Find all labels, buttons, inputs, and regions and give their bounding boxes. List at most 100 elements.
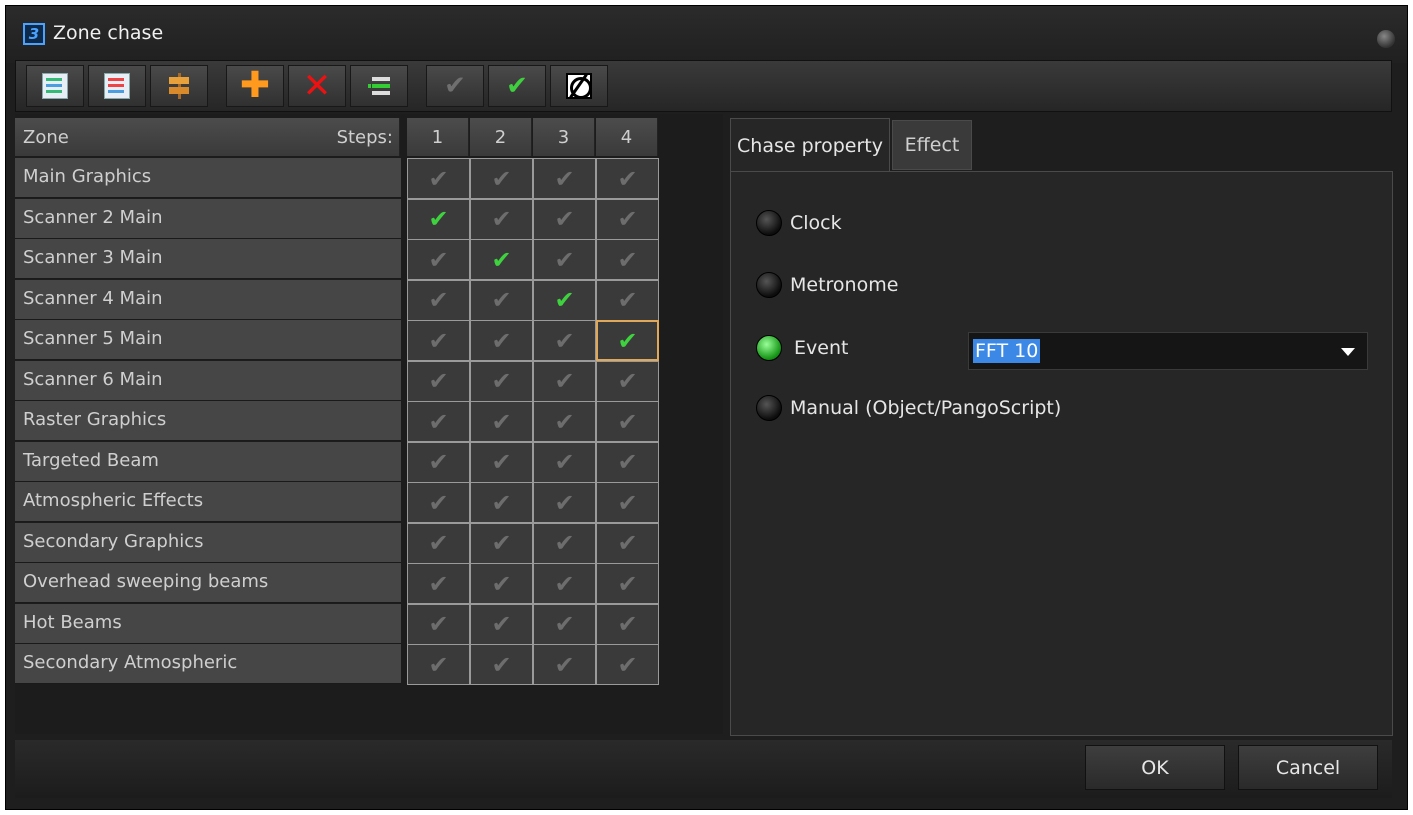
step-cell-check-icon[interactable]: ✔ [470, 198, 533, 240]
step-cell-check-icon[interactable]: ✔ [533, 158, 596, 199]
zone-row-label[interactable]: Scanner 4 Main [15, 279, 401, 320]
zone-row-label[interactable]: Overhead sweeping beams [15, 563, 401, 603]
step-cell-check-icon[interactable]: ✔ [407, 239, 470, 280]
step-cell-check-icon[interactable]: ✔ [533, 644, 596, 685]
check-all-button[interactable]: ✔ [488, 65, 546, 107]
cancel-button[interactable]: Cancel [1238, 745, 1378, 790]
step-cell-check-icon[interactable]: ✔ [407, 563, 470, 604]
tab-effect[interactable]: Effect [892, 120, 972, 170]
step-cell-check-icon[interactable]: ✔ [470, 360, 533, 402]
step-cell-check-icon[interactable]: ✔ [407, 522, 470, 564]
step-cell-check-icon[interactable]: ✔ [407, 482, 470, 523]
check-green-icon: ✔ [506, 71, 528, 101]
zone-row-label[interactable]: Raster Graphics [15, 401, 401, 441]
zone-row-label[interactable]: Hot Beams [15, 603, 401, 644]
step-cell-check-icon[interactable]: ✔ [470, 320, 533, 361]
radio-clock-label: Clock [790, 212, 842, 234]
null-button[interactable] [550, 65, 608, 107]
window-status-icon[interactable] [1377, 30, 1395, 48]
step-cell-check-icon[interactable]: ✔ [533, 603, 596, 645]
radio-event-icon[interactable] [756, 335, 782, 361]
step-cell-check-icon[interactable]: ✔ [407, 320, 470, 361]
step-header-1[interactable]: 1 [407, 118, 469, 156]
event-select[interactable]: FFT 10 [968, 332, 1368, 370]
property-panel: Chase property Effect Clock Metronome Ev… [728, 114, 1393, 736]
step-cell-check-icon[interactable]: ✔ [596, 563, 659, 604]
step-cell-check-icon[interactable]: ✔ [596, 198, 659, 240]
step-cell-check-icon[interactable]: ✔ [596, 482, 659, 523]
export-button[interactable] [88, 65, 146, 107]
step-cell-check-icon[interactable]: ✔ [596, 360, 659, 402]
step-cell-check-icon[interactable]: ✔ [533, 279, 596, 321]
zone-row-label[interactable]: Targeted Beam [15, 441, 401, 482]
delete-icon: ✕ [302, 66, 332, 106]
step-cell-check-icon[interactable]: ✔ [533, 401, 596, 442]
radio-clock-icon[interactable] [756, 210, 782, 236]
radio-clock[interactable]: Clock [756, 210, 842, 236]
step-cell-check-icon[interactable]: ✔ [596, 158, 659, 199]
step-cell-check-icon[interactable]: ✔ [596, 320, 659, 361]
step-cell-check-icon[interactable]: ✔ [470, 563, 533, 604]
step-cell-check-icon[interactable]: ✔ [596, 644, 659, 685]
import-button[interactable] [26, 65, 84, 107]
step-cell-check-icon[interactable]: ✔ [407, 603, 470, 645]
step-cell-check-icon[interactable]: ✔ [470, 603, 533, 645]
step-cell-check-icon[interactable]: ✔ [596, 522, 659, 564]
step-cell-check-icon[interactable]: ✔ [470, 279, 533, 321]
chevron-down-icon[interactable] [1341, 348, 1355, 356]
chase-property-content: Clock Metronome Event FFT 10 Manual (Obj… [730, 171, 1393, 736]
radio-event[interactable]: Event [756, 335, 848, 361]
step-cell-check-icon[interactable]: ✔ [596, 239, 659, 280]
step-cell-check-icon[interactable]: ✔ [596, 441, 659, 483]
step-cell-check-icon[interactable]: ✔ [407, 441, 470, 483]
zone-row-label[interactable]: Secondary Graphics [15, 522, 401, 563]
radio-metronome-icon[interactable] [756, 272, 782, 298]
zone-row-label[interactable]: Scanner 2 Main [15, 198, 401, 239]
radio-manual-icon[interactable] [756, 395, 782, 421]
ok-button[interactable]: OK [1085, 745, 1225, 790]
radio-metronome[interactable]: Metronome [756, 272, 898, 298]
step-cell-check-icon[interactable]: ✔ [407, 360, 470, 402]
list-button[interactable] [350, 65, 408, 107]
zone-row-label[interactable]: Atmospheric Effects [15, 482, 401, 522]
delete-button[interactable]: ✕ [288, 65, 346, 107]
step-cell-check-icon[interactable]: ✔ [407, 644, 470, 685]
step-cell-check-icon[interactable]: ✔ [470, 522, 533, 564]
signpost-button[interactable] [150, 65, 208, 107]
step-cell-check-icon[interactable]: ✔ [533, 320, 596, 361]
step-cell-check-icon[interactable]: ✔ [596, 401, 659, 442]
step-cell-check-icon[interactable]: ✔ [470, 441, 533, 483]
zone-row-label[interactable]: Main Graphics [15, 158, 401, 198]
zone-row-label[interactable]: Secondary Atmospheric [15, 644, 401, 684]
zone-row-label[interactable]: Scanner 5 Main [15, 320, 401, 360]
step-cell-check-icon[interactable]: ✔ [407, 198, 470, 240]
step-cell-check-icon[interactable]: ✔ [533, 563, 596, 604]
step-header-2[interactable]: 2 [470, 118, 532, 156]
step-cell-check-icon[interactable]: ✔ [533, 198, 596, 240]
step-cell-check-icon[interactable]: ✔ [533, 360, 596, 402]
step-cell-check-icon[interactable]: ✔ [470, 239, 533, 280]
step-cell-check-icon[interactable]: ✔ [470, 158, 533, 199]
step-header-4[interactable]: 4 [596, 118, 658, 156]
zone-row-label[interactable]: Scanner 6 Main [15, 360, 401, 401]
step-cell-check-icon[interactable]: ✔ [596, 279, 659, 321]
step-cell-check-icon[interactable]: ✔ [596, 603, 659, 645]
step-cell-check-icon[interactable]: ✔ [470, 401, 533, 442]
step-cell-check-icon[interactable]: ✔ [533, 522, 596, 564]
step-cell-check-icon[interactable]: ✔ [533, 239, 596, 280]
step-cell-check-icon[interactable]: ✔ [407, 279, 470, 321]
uncheck-all-button[interactable]: ✔ [426, 65, 484, 107]
step-cell-check-icon[interactable]: ✔ [533, 441, 596, 483]
add-button[interactable]: ✚ [226, 65, 284, 107]
step-cell-check-icon[interactable]: ✔ [470, 644, 533, 685]
step-cell-check-icon[interactable]: ✔ [470, 482, 533, 523]
tab-chase-property[interactable]: Chase property [730, 118, 890, 172]
zone-row-label[interactable]: Scanner 3 Main [15, 239, 401, 279]
step-cell-check-icon[interactable]: ✔ [407, 401, 470, 442]
step-cell-check-icon[interactable]: ✔ [533, 482, 596, 523]
dialog-footer: OK Cancel [15, 740, 1392, 798]
step-header-3[interactable]: 3 [533, 118, 595, 156]
radio-manual[interactable]: Manual (Object/PangoScript) [756, 395, 1061, 421]
step-cell-check-icon[interactable]: ✔ [407, 158, 470, 199]
radio-event-label: Event [794, 337, 849, 359]
